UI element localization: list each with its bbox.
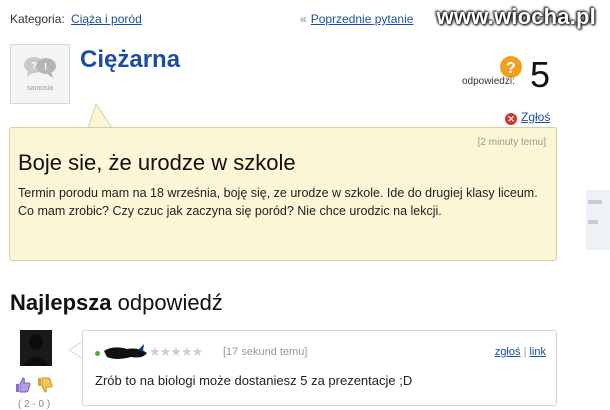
question-title: Boje sie, że urodze w szkole bbox=[18, 150, 296, 175]
svg-text:!: ! bbox=[44, 62, 47, 73]
category-breadcrumb: Kategoria: Ciąża i poród bbox=[10, 12, 142, 26]
category-label: Kategoria: bbox=[10, 12, 65, 26]
previous-question-nav[interactable]: « Poprzednie pytanie bbox=[300, 12, 413, 26]
answer-text: Zrób to na biologi może dostaniesz 5 za … bbox=[95, 373, 413, 388]
speech-bubbles-icon: ? ! bbox=[24, 57, 56, 78]
svg-text:?: ? bbox=[31, 61, 37, 72]
answers-count: 5 bbox=[530, 54, 551, 95]
previous-arrow-icon: « bbox=[300, 12, 307, 26]
report-question[interactable]: ✕ Zgłoś bbox=[505, 110, 550, 125]
answer-time: [17 sekund temu] bbox=[223, 346, 308, 358]
answer-links: zgłoś | link bbox=[495, 346, 546, 358]
question-card: [2 minuty temu] Boje sie, że urodze w sz… bbox=[9, 127, 557, 261]
best-answer-heading-rest: odpowiedź bbox=[111, 290, 223, 315]
redacted-username[interactable] bbox=[103, 343, 149, 363]
question-body: Termin porodu mam na 18 września, boję s… bbox=[18, 186, 538, 218]
online-status-dot bbox=[95, 351, 100, 356]
question-time: [2 minuty temu] bbox=[477, 137, 546, 148]
category-link[interactable]: Ciąża i poród bbox=[71, 12, 142, 26]
asker-username[interactable]: Ciężarna bbox=[80, 46, 180, 74]
answers-label: odpowiedzi: bbox=[462, 76, 515, 87]
rating-stars: ★★★★★ bbox=[149, 344, 203, 359]
thumbs-down-icon[interactable] bbox=[36, 376, 54, 394]
svg-text:?: ? bbox=[506, 60, 516, 77]
close-circle-icon: ✕ bbox=[505, 113, 517, 125]
previous-question-link[interactable]: Poprzednie pytanie bbox=[311, 12, 414, 26]
link-separator: | bbox=[523, 346, 527, 358]
site-watermark: www.wiocha.pl bbox=[436, 4, 596, 29]
answer-card: ★★★★★ [17 sekund temu] zgłoś | link Zrób… bbox=[82, 330, 557, 406]
avatar-logo-text: samosia bbox=[26, 85, 54, 92]
answer-permalink[interactable]: link bbox=[529, 346, 546, 358]
answer-report-link[interactable]: zgłoś bbox=[495, 346, 521, 358]
asker-avatar[interactable]: ? ! samosia bbox=[10, 44, 70, 104]
vote-count: ( 2 - 0 ) bbox=[18, 399, 51, 410]
vote-buttons bbox=[14, 376, 54, 399]
thumbs-up-icon[interactable] bbox=[14, 376, 32, 394]
answerer-avatar[interactable] bbox=[20, 330, 52, 366]
speech-pointer bbox=[87, 103, 114, 129]
best-answer-heading: Najlepsza odpowiedź bbox=[10, 290, 223, 316]
adjacent-column-fragment bbox=[586, 190, 610, 250]
best-answer-heading-bold: Najlepsza bbox=[10, 290, 112, 315]
report-link[interactable]: Zgłoś bbox=[521, 110, 550, 124]
